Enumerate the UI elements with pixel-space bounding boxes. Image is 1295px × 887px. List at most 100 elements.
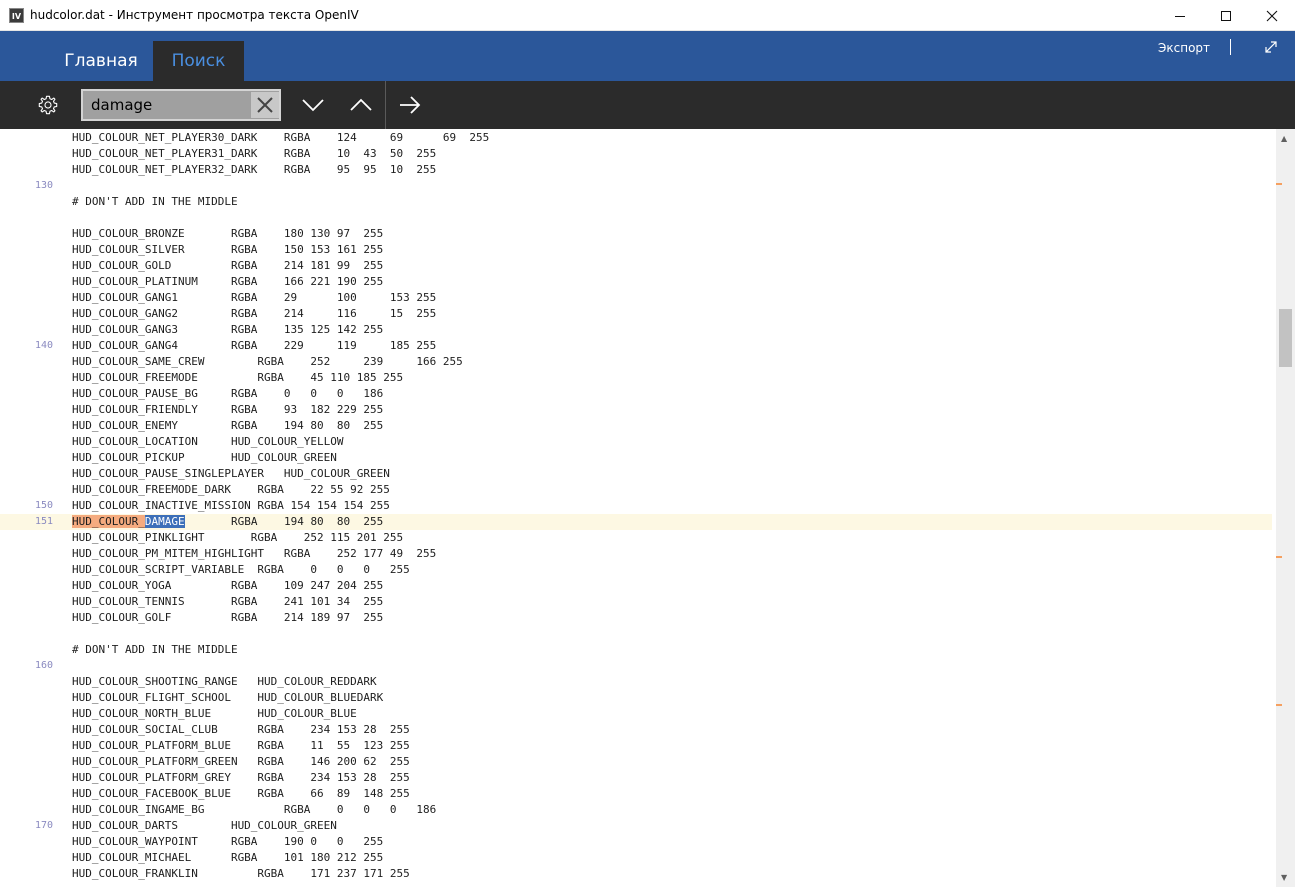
line-text: HUD_COLOUR_GANG4 RGBA 229 119 185 255 [72,339,437,352]
code-line: HUD_COLOUR_TENNIS RGBA 241 101 34 255 [0,594,1272,610]
maximize-icon [1221,10,1231,21]
clear-search-button[interactable] [251,92,279,118]
search-input[interactable] [91,94,249,116]
ribbon-divider [1230,39,1231,55]
current-line-token: HUD_COLOUR_ [72,515,145,528]
code-line: HUD_COLOUR_PLATFORM_BLUE RGBA 11 55 123 … [0,738,1272,754]
ribbon-tab-bar: Главная Поиск Экспорт [0,31,1295,81]
code-line: HUD_COLOUR_NET_PLAYER32_DARK RGBA 95 95 … [0,162,1272,178]
line-text: HUD_COLOUR_BRONZE RGBA 180 130 97 255 [72,227,384,240]
next-match-chevron-down-icon[interactable] [300,93,326,117]
line-text: HUD_COLOUR_PLATFORM_GREY RGBA 234 153 28… [72,771,410,784]
code-line: HUD_COLOUR_FLIGHT_SCHOOL HUD_COLOUR_BLUE… [0,690,1272,706]
code-line: HUD_COLOUR_PAUSE_SINGLEPLAYER HUD_COLOUR… [0,466,1272,482]
close-button[interactable] [1249,0,1295,31]
code-line: # DON'T ADD IN THE MIDDLE [0,194,1272,210]
line-text: HUD_COLOUR_NET_PLAYER31_DARK RGBA 10 43 … [72,147,437,160]
search-box [81,89,281,121]
line-text: HUD_COLOUR_YOGA RGBA 109 247 204 255 [72,579,384,592]
line-text: HUD_COLOUR_INGAME_BG RGBA 0 0 0 186 [72,803,437,816]
code-line: HUD_COLOUR_PICKUP HUD_COLOUR_GREEN [0,450,1272,466]
line-text: HUD_COLOUR_TENNIS RGBA 241 101 34 255 [72,595,384,608]
line-text: HUD_COLOUR_MICHAEL RGBA 101 180 212 255 [72,851,384,864]
search-match-highlight: DAMAGE [144,515,185,528]
line-text: HUD_COLOUR_DARTS HUD_COLOUR_GREEN [72,819,337,832]
title-bar: IV hudcolor.dat - Инструмент просмотра т… [0,0,1295,31]
line-text: HUD_COLOUR_WAYPOINT RGBA 190 0 0 255 [72,835,384,848]
vertical-scrollbar[interactable]: ▲ ▼ [1276,129,1295,887]
line-text: HUD_COLOUR_NET_PLAYER30_DARK RGBA 124 69… [72,131,490,144]
line-text: HUD_COLOUR_FREEMODE_DARK RGBA 22 55 92 2… [72,483,390,496]
line-text: HUD_COLOUR_FLIGHT_SCHOOL HUD_COLOUR_BLUE… [72,691,384,704]
go-arrow-right-icon[interactable] [397,93,423,117]
code-line: HUD_COLOUR_GANG2 RGBA 214 116 15 255 [0,306,1272,322]
fullscreen-expand-icon[interactable] [1262,38,1280,56]
line-text: HUD_COLOUR_SCRIPT_VARIABLE RGBA 0 0 0 25… [72,563,410,576]
line-text: HUD_COLOUR_INACTIVE_MISSION RGBA 154 154… [72,499,390,512]
line-text: HUD_COLOUR_FREEMODE RGBA 45 110 185 255 [72,371,404,384]
line-text: HUD_COLOUR_GOLF RGBA 214 189 97 255 [72,611,384,624]
line-text: HUD_COLOUR_DAMAGE RGBA 194 80 80 255 [72,515,384,528]
minimize-button[interactable] [1157,0,1203,31]
line-text: HUD_COLOUR_GANG3 RGBA 135 125 142 255 [72,323,384,336]
close-icon [257,97,273,113]
code-line: HUD_COLOUR_SCRIPT_VARIABLE RGBA 0 0 0 25… [0,562,1272,578]
code-line: HUD_COLOUR_WAYPOINT RGBA 190 0 0 255 [0,834,1272,850]
line-text: HUD_COLOUR_PLATINUM RGBA 166 221 190 255 [72,275,384,288]
code-lines: HUD_COLOUR_NET_PLAYER30_DARK RGBA 124 69… [0,130,1272,882]
code-line: HUD_COLOUR_YOGA RGBA 109 247 204 255 [0,578,1272,594]
line-text: HUD_COLOUR_GANG1 RGBA 29 100 153 255 [72,291,437,304]
code-line: HUD_COLOUR_FREEMODE_DARK RGBA 22 55 92 2… [0,482,1272,498]
code-line: HUD_COLOUR_FREEMODE RGBA 45 110 185 255 [0,370,1272,386]
tab-home[interactable]: Главная [53,41,149,81]
minimize-icon [1175,15,1185,17]
code-line: 140 HUD_COLOUR_GANG4 RGBA 229 119 185 255 [0,338,1272,354]
line-text: HUD_COLOUR_GOLD RGBA 214 181 99 255 [72,259,384,272]
gear-icon[interactable] [37,94,59,116]
line-text: HUD_COLOUR_PLATFORM_GREEN RGBA 146 200 6… [72,755,410,768]
previous-match-chevron-up-icon[interactable] [348,93,374,117]
tab-search[interactable]: Поиск [153,41,244,81]
code-line: HUD_COLOUR_PM_MITEM_HIGHLIGHT RGBA 252 1… [0,546,1272,562]
line-text: HUD_COLOUR_PLATFORM_BLUE RGBA 11 55 123 … [72,739,410,752]
code-line: HUD_COLOUR_FRIENDLY RGBA 93 182 229 255 [0,402,1272,418]
openiv-app-icon: IV [9,8,24,23]
line-number: 140 [34,340,53,351]
line-text: HUD_COLOUR_PAUSE_SINGLEPLAYER HUD_COLOUR… [72,467,390,480]
toolbar-divider [385,81,386,129]
line-text: HUD_COLOUR_NET_PLAYER32_DARK RGBA 95 95 … [72,163,437,176]
line-text: # DON'T ADD IN THE MIDDLE [72,643,238,656]
code-line: 170 HUD_COLOUR_DARTS HUD_COLOUR_GREEN [0,818,1272,834]
text-editor[interactable]: HUD_COLOUR_NET_PLAYER30_DARK RGBA 124 69… [0,129,1295,887]
line-text: HUD_COLOUR_PM_MITEM_HIGHLIGHT RGBA 252 1… [72,547,437,560]
code-line: HUD_COLOUR_PINKLIGHT RGBA 252 115 201 25… [0,530,1272,546]
code-line: HUD_COLOUR_NET_PLAYER31_DARK RGBA 10 43 … [0,146,1272,162]
line-number: 151 [34,516,53,527]
scroll-up-arrow-icon[interactable]: ▲ [1281,134,1287,143]
code-line: HUD_COLOUR_SAME_CREW RGBA 252 239 166 25… [0,354,1272,370]
line-text: HUD_COLOUR_NORTH_BLUE HUD_COLOUR_BLUE [72,707,357,720]
scroll-down-arrow-icon[interactable]: ▼ [1281,873,1287,882]
line-number: 170 [34,820,53,831]
code-line: HUD_COLOUR_PLATINUM RGBA 166 221 190 255 [0,274,1272,290]
search-toolbar [0,81,1295,129]
code-line: HUD_COLOUR_SHOOTING_RANGE HUD_COLOUR_RED… [0,674,1272,690]
code-line: HUD_COLOUR_PLATFORM_GREEN RGBA 146 200 6… [0,754,1272,770]
line-text: HUD_COLOUR_SAME_CREW RGBA 252 239 166 25… [72,355,463,368]
code-line: HUD_COLOUR_NET_PLAYER30_DARK RGBA 124 69… [0,130,1272,146]
scrollbar-thumb[interactable] [1279,309,1292,367]
code-line: HUD_COLOUR_INGAME_BG RGBA 0 0 0 186 [0,802,1272,818]
code-line: HUD_COLOUR_BRONZE RGBA 180 130 97 255 [0,226,1272,242]
line-text: HUD_COLOUR_FRIENDLY RGBA 93 182 229 255 [72,403,384,416]
code-line: 151 HUD_COLOUR_DAMAGE RGBA 194 80 80 255 [0,514,1272,530]
maximize-button[interactable] [1203,0,1249,31]
code-line: HUD_COLOUR_SOCIAL_CLUB RGBA 234 153 28 2… [0,722,1272,738]
line-number: 130 [34,180,53,191]
code-line: HUD_COLOUR_NORTH_BLUE HUD_COLOUR_BLUE [0,706,1272,722]
code-line: HUD_COLOUR_LOCATION HUD_COLOUR_YELLOW [0,434,1272,450]
code-line: HUD_COLOUR_PLATFORM_GREY RGBA 234 153 28… [0,770,1272,786]
export-button[interactable]: Экспорт [1158,40,1210,56]
line-text: HUD_COLOUR_SHOOTING_RANGE HUD_COLOUR_RED… [72,675,377,688]
